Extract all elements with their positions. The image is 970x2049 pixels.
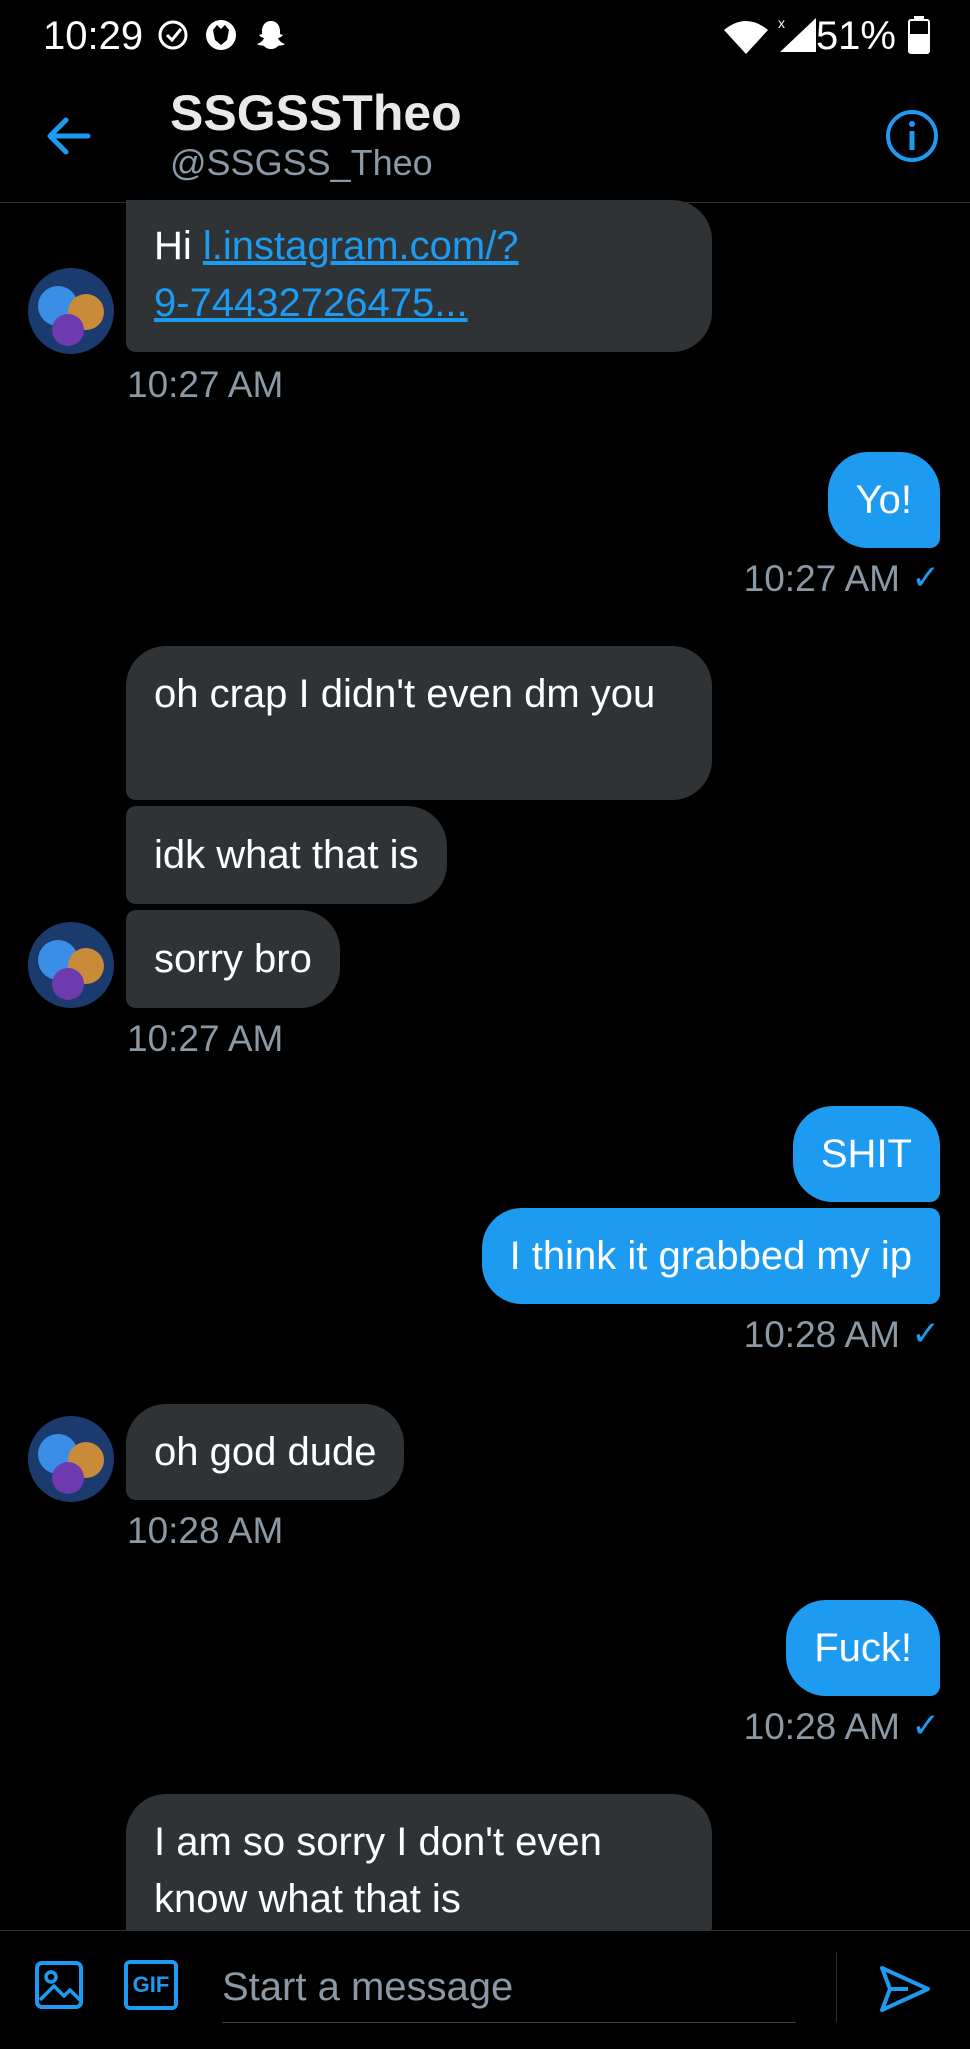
message-timestamp: 10:28 AM: [743, 1706, 900, 1747]
message-text: oh crap I didn't even dm you: [154, 672, 656, 716]
sent-check-icon: ✓: [911, 559, 941, 597]
battery-icon: [908, 16, 930, 54]
message-timestamp: 10:27 AM: [127, 364, 284, 405]
message-timestamp: 10:27 AM: [743, 558, 900, 599]
conversation-handle[interactable]: @SSGSS_Theo: [170, 142, 433, 184]
incoming-message[interactable]: idk what that is: [126, 806, 447, 904]
message-text: SHIT: [820, 1132, 912, 1176]
wifi-icon: [724, 21, 768, 54]
svg-text:x: x: [778, 15, 785, 31]
avatar[interactable]: [28, 268, 114, 354]
message-text: Yo!: [855, 478, 912, 522]
sent-check-icon: ✓: [911, 1315, 941, 1353]
conversation-header: [0, 70, 970, 203]
outgoing-message[interactable]: I think it grabbed my ip: [481, 1208, 940, 1304]
outgoing-message[interactable]: SHIT: [792, 1106, 940, 1202]
message-timestamp: 10:28 AM: [743, 1314, 900, 1355]
message-link[interactable]: 9-74432726475...: [154, 281, 468, 325]
sent-check-icon: ✓: [911, 1707, 941, 1745]
message-timestamp: 10:28 AM: [127, 1510, 284, 1551]
incoming-message[interactable]: oh crap I didn't even dm you: [126, 646, 712, 800]
incoming-message[interactable]: Hi l.instagram.com/? 9-74432726475...: [126, 200, 712, 352]
message-link[interactable]: l.instagram.com/?: [203, 224, 519, 268]
message-text: sorry bro: [154, 937, 312, 981]
signal-icon: x: [778, 15, 816, 52]
composer-divider: [836, 1952, 837, 2022]
message-text: Hi: [154, 224, 203, 268]
message-timestamp: 10:27 AM: [127, 1018, 284, 1059]
incoming-message[interactable]: oh god dude: [126, 1404, 405, 1500]
message-text: Fuck!: [814, 1626, 912, 1670]
message-text: oh god dude: [154, 1430, 377, 1474]
incoming-message[interactable]: sorry bro: [126, 910, 340, 1008]
send-icon[interactable]: [878, 1962, 932, 2016]
back-arrow-icon[interactable]: [40, 106, 100, 166]
message-text: I am so sorry I don't even know what tha…: [154, 1820, 602, 1921]
image-icon[interactable]: [34, 1960, 84, 2010]
battery-percent: 51%: [815, 14, 896, 58]
conversation-title[interactable]: SSGSSTheo: [170, 84, 462, 142]
info-icon[interactable]: [884, 108, 940, 164]
check-circle-icon: [158, 20, 188, 50]
wolf-icon: [206, 20, 236, 50]
outgoing-message[interactable]: Fuck!: [786, 1600, 940, 1696]
avatar[interactable]: [28, 922, 114, 1008]
status-time: 10:29: [43, 14, 144, 58]
message-text: I think it grabbed my ip: [509, 1234, 912, 1278]
avatar[interactable]: [28, 1416, 114, 1502]
message-input[interactable]: [222, 1952, 796, 2023]
snapchat-icon: [257, 21, 285, 49]
outgoing-message[interactable]: Yo!: [827, 452, 940, 548]
message-text: idk what that is: [154, 833, 419, 877]
gif-button[interactable]: GIF: [124, 1960, 178, 2010]
